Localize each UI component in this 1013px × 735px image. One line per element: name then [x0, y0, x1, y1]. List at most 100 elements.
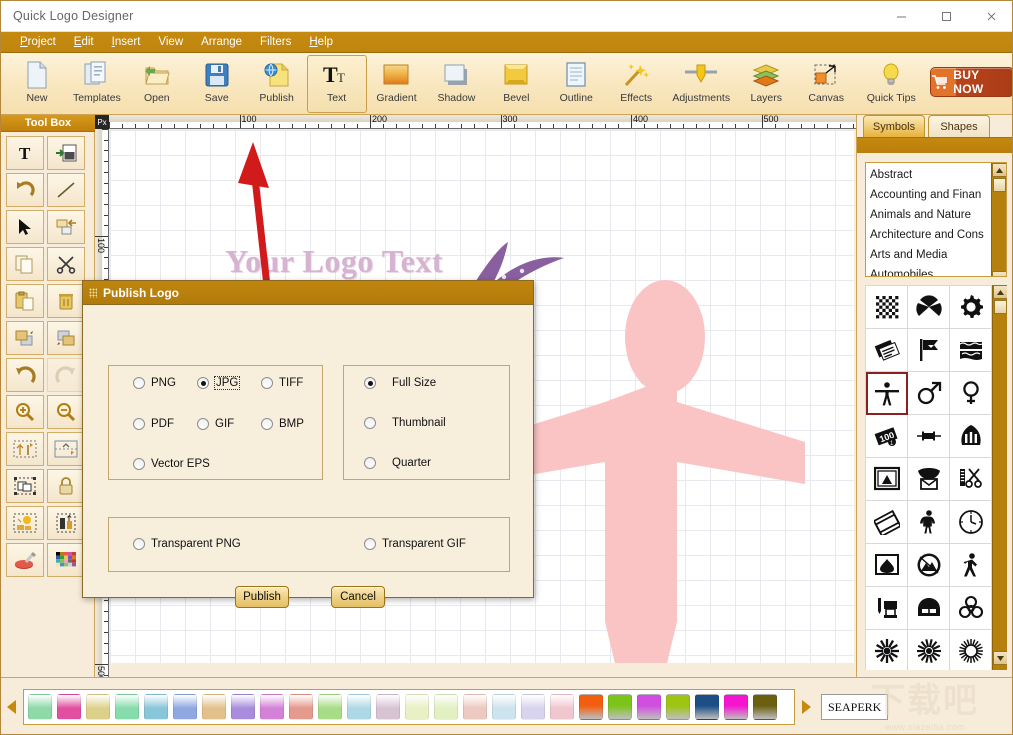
- toolbar-button-templates[interactable]: Templates: [67, 55, 127, 113]
- color-swatch-strip[interactable]: [23, 689, 795, 725]
- color-swatch[interactable]: [724, 694, 748, 720]
- toolbar-button-effects[interactable]: Effects: [606, 55, 666, 113]
- picture-frame-symbol[interactable]: [866, 458, 908, 501]
- tool-delete[interactable]: [47, 284, 85, 318]
- pen-printer-symbol[interactable]: [866, 587, 908, 630]
- toolbar-button-new[interactable]: New: [7, 55, 67, 113]
- toolbar-button-canvas[interactable]: Canvas: [796, 55, 856, 113]
- radiation-symbol[interactable]: [908, 286, 950, 329]
- tool-send-backward[interactable]: [47, 321, 85, 355]
- flag-runner-symbol[interactable]: [908, 329, 950, 372]
- female-symbol[interactable]: [950, 372, 992, 415]
- tab-shapes[interactable]: Shapes: [928, 115, 990, 137]
- waves-block-symbol[interactable]: [950, 329, 992, 372]
- menu-item-view[interactable]: View: [149, 35, 192, 49]
- color-swatch[interactable]: [347, 694, 371, 720]
- color-swatch[interactable]: [260, 694, 284, 720]
- category-scrollbar[interactable]: [991, 163, 1006, 276]
- color-swatch[interactable]: [666, 694, 690, 720]
- starburst-b-symbol[interactable]: [908, 630, 950, 670]
- color-swatch[interactable]: [434, 694, 458, 720]
- radio-gif[interactable]: GIF: [197, 418, 234, 430]
- tool-redo[interactable]: [47, 358, 85, 392]
- toolbar-button-gradient[interactable]: Gradient: [367, 55, 427, 113]
- toolbar-button-adjustments[interactable]: Adjustments: [666, 55, 736, 113]
- menu-item-insert[interactable]: Insert: [103, 35, 150, 49]
- tool-distribute[interactable]: [47, 506, 85, 540]
- color-swatch[interactable]: [550, 694, 574, 720]
- scroll-thumb[interactable]: [993, 178, 1006, 192]
- starburst-a-symbol[interactable]: [866, 630, 908, 670]
- category-item[interactable]: Accounting and Finan: [870, 185, 1006, 205]
- symbol-scrollbar[interactable]: [992, 285, 1007, 670]
- cards-symbol[interactable]: [866, 501, 908, 544]
- toolbar-button-publish[interactable]: Publish: [247, 55, 307, 113]
- close-button[interactable]: [969, 1, 1012, 32]
- menu-item-help[interactable]: Help: [300, 35, 342, 49]
- toolbar-button-quick-tips[interactable]: Quick Tips: [856, 55, 926, 113]
- tool-lock[interactable]: [47, 469, 85, 503]
- radio-png[interactable]: PNG: [133, 377, 176, 389]
- fan-symbol[interactable]: [950, 415, 992, 458]
- walking-person-symbol[interactable]: [950, 544, 992, 587]
- color-swatch[interactable]: [115, 694, 139, 720]
- sunburst-symbol[interactable]: [950, 630, 992, 670]
- menu-item-edit[interactable]: Edit: [65, 35, 103, 49]
- tool-zoom-out[interactable]: [47, 395, 85, 429]
- palette-next-button[interactable]: [795, 687, 817, 727]
- ruler-unit-label[interactable]: Px: [95, 115, 109, 129]
- tool-select[interactable]: [6, 210, 44, 244]
- newspapers-symbol[interactable]: [866, 329, 908, 372]
- color-swatch[interactable]: [753, 694, 777, 720]
- helmet-symbol[interactable]: [908, 587, 950, 630]
- maximize-button[interactable]: [924, 1, 969, 32]
- color-swatch[interactable]: [173, 694, 197, 720]
- money-100-symbol[interactable]: 100 1: [866, 415, 908, 458]
- tool-group[interactable]: [6, 469, 44, 503]
- toolbar-button-bevel[interactable]: Bevel: [486, 55, 546, 113]
- male-symbol[interactable]: [908, 372, 950, 415]
- publish-button[interactable]: Publish: [235, 586, 289, 608]
- color-swatch[interactable]: [57, 694, 81, 720]
- tool-undo[interactable]: [6, 358, 44, 392]
- toolbar-button-shadow[interactable]: Shadow: [426, 55, 486, 113]
- tool-eyedropper[interactable]: [6, 543, 44, 577]
- color-swatch[interactable]: [492, 694, 516, 720]
- category-item[interactable]: Automobiles: [870, 265, 1006, 276]
- buy-now-button[interactable]: BUY NOW: [930, 67, 1012, 97]
- person-shape[interactable]: [515, 272, 815, 663]
- comb-scissors-symbol[interactable]: [950, 458, 992, 501]
- category-item[interactable]: Architecture and Cons: [870, 225, 1006, 245]
- color-swatch[interactable]: [28, 694, 52, 720]
- tool-add-text[interactable]: T: [6, 136, 44, 170]
- category-item[interactable]: Arts and Media: [870, 245, 1006, 265]
- color-swatch[interactable]: [637, 694, 661, 720]
- dialog-title-bar[interactable]: Publish Logo: [83, 281, 533, 305]
- category-list-box[interactable]: Abstract Accounting and Finan Animals an…: [865, 162, 1007, 277]
- tool-flip-horizontal[interactable]: [6, 432, 44, 466]
- tool-line[interactable]: [47, 173, 85, 207]
- tool-paste[interactable]: [6, 284, 44, 318]
- menu-item-arrange[interactable]: Arrange: [192, 35, 251, 49]
- radio-pdf[interactable]: PDF: [133, 418, 174, 430]
- symbol-scroll-up-arrow-icon[interactable]: [993, 285, 1007, 299]
- radio-thumbnail[interactable]: Thumbnail: [364, 417, 446, 429]
- color-swatch[interactable]: [463, 694, 487, 720]
- color-swatch[interactable]: [86, 694, 110, 720]
- tool-insert-image[interactable]: [47, 136, 85, 170]
- tool-rotate[interactable]: [6, 173, 44, 207]
- color-swatch[interactable]: [289, 694, 313, 720]
- tool-palette[interactable]: [47, 543, 85, 577]
- tool-effects[interactable]: [6, 506, 44, 540]
- tool-bring-forward[interactable]: [6, 321, 44, 355]
- checkerboard-symbol[interactable]: [866, 286, 908, 329]
- radio-jpg[interactable]: JPG: [197, 376, 241, 390]
- gear-symbol[interactable]: [950, 286, 992, 329]
- mountain-circle-symbol[interactable]: [908, 544, 950, 587]
- menu-item-filters[interactable]: Filters: [251, 35, 300, 49]
- cancel-button[interactable]: Cancel: [331, 586, 385, 608]
- color-swatch[interactable]: [202, 694, 226, 720]
- scroll-up-arrow-icon[interactable]: [992, 163, 1006, 177]
- paint-drop-symbol[interactable]: [866, 544, 908, 587]
- category-item[interactable]: Animals and Nature: [870, 205, 1006, 225]
